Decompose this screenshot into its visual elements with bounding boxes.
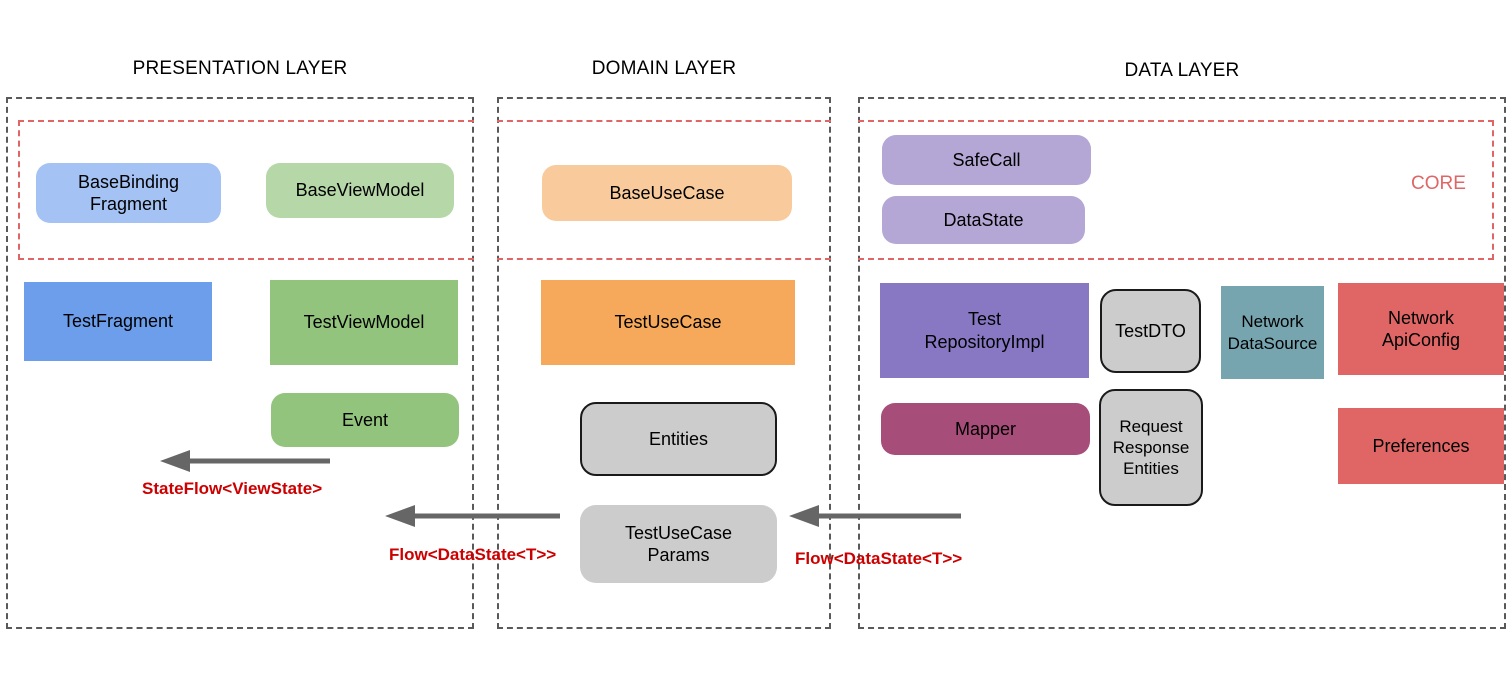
arrow-label-stateflow: StateFlow<ViewState> [142,479,323,498]
node-networkdatasource[interactable]: Network DataSource [1221,286,1324,379]
domain-layer-title: DOMAIN LAYER [591,58,737,79]
node-testfragment[interactable]: TestFragment [24,282,212,361]
node-testusecase[interactable]: TestUseCase [541,280,795,365]
node-requestresponseentities[interactable]: Request Response Entities [1099,389,1203,506]
architecture-diagram: PRESENTATION LAYER DOMAIN LAYER DATA LAY… [0,0,1511,679]
arrow-label-flow-domain: Flow<DataState<T>> [389,545,557,564]
node-baseusecase[interactable]: BaseUseCase [542,165,792,221]
node-basebindingfragment[interactable]: BaseBinding Fragment [36,163,221,223]
node-datastate[interactable]: DataState [882,196,1085,244]
node-safecall[interactable]: SafeCall [882,135,1091,185]
node-testrepositoryimpl[interactable]: Test RepositoryImpl [880,283,1089,378]
node-testusecaseparams[interactable]: TestUseCase Params [580,505,777,583]
data-layer-title: DATA LAYER [1124,60,1240,81]
arrow-label-flow-data: Flow<DataState<T>> [795,549,963,568]
node-networkapiconfig[interactable]: Network ApiConfig [1338,283,1504,375]
node-testviewmodel[interactable]: TestViewModel [270,280,458,365]
node-preferences[interactable]: Preferences [1338,408,1504,484]
node-event[interactable]: Event [271,393,459,447]
presentation-layer-title: PRESENTATION LAYER [132,58,348,79]
node-baseviewmodel[interactable]: BaseViewModel [266,163,454,218]
core-label: CORE [1411,173,1466,194]
node-entities[interactable]: Entities [580,402,777,476]
node-testdto[interactable]: TestDTO [1100,289,1201,373]
node-mapper[interactable]: Mapper [881,403,1090,455]
